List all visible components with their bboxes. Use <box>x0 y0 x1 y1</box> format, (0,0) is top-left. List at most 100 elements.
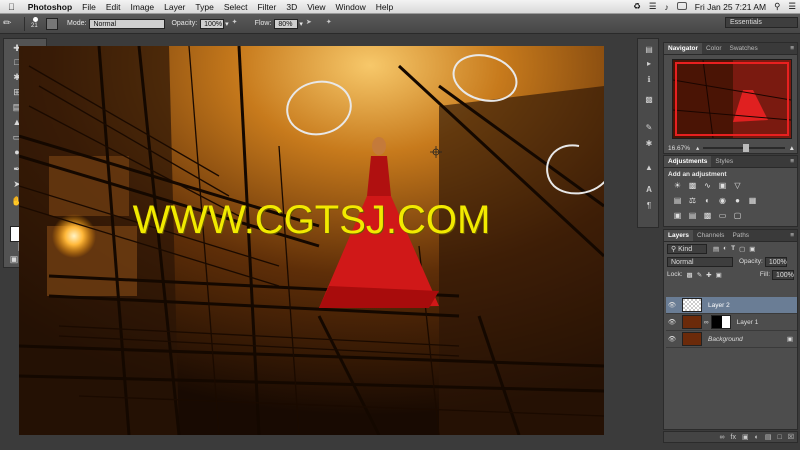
tab-navigator[interactable]: Navigator <box>664 43 702 54</box>
new-adjustment-icon[interactable]: ◐ <box>755 434 759 441</box>
airbrush-icon[interactable]: ➤ <box>306 18 320 30</box>
filter-pixel-icon[interactable]: ▤ <box>713 245 719 253</box>
layer-mask-thumbnail[interactable] <box>710 315 731 329</box>
lock-transparent-icon[interactable]: ▩ <box>687 271 693 279</box>
lock-pixels-icon[interactable]: ✎ <box>697 271 702 279</box>
spotlight-icon[interactable]: ⚲ <box>770 1 784 12</box>
history-panel-icon[interactable]: ▤ <box>643 45 655 55</box>
tab-styles[interactable]: Styles <box>711 158 737 165</box>
actions-panel-icon[interactable]: ▸ <box>643 59 655 69</box>
lock-position-icon[interactable]: ✚ <box>706 271 711 279</box>
levels-icon[interactable]: ▩ <box>686 181 699 190</box>
lock-all-icon[interactable]: ▣ <box>716 271 722 279</box>
opacity-field[interactable]: 100% <box>200 18 225 29</box>
volume-icon[interactable]: ♪ <box>661 2 673 12</box>
new-group-icon[interactable]: ▤ <box>765 433 772 441</box>
mode-dropdown[interactable]: Normal <box>89 18 166 29</box>
opacity-dropdown-icon[interactable]: ▾ <box>225 20 229 28</box>
tab-swatches[interactable]: Swatches <box>726 45 762 52</box>
tab-adjustments[interactable]: Adjustments <box>664 156 712 167</box>
histogram-panel-icon[interactable]: ▩ <box>643 95 655 105</box>
layer-row-layer-1[interactable]: 👁 ∞ Layer 1 <box>666 314 797 331</box>
menu-type[interactable]: Type <box>190 2 218 12</box>
filter-shape-icon[interactable]: ▢ <box>739 245 745 253</box>
zoom-slider[interactable] <box>703 144 785 152</box>
app-menu[interactable]: Photoshop <box>23 2 77 12</box>
black-white-icon[interactable]: ◐ <box>701 196 714 205</box>
visibility-eye-icon[interactable]: 👁 <box>666 318 678 326</box>
layer-style-icon[interactable]: fx <box>731 434 736 441</box>
channel-mixer-icon[interactable]: ● <box>731 196 744 205</box>
layer-name[interactable]: Background <box>708 336 743 343</box>
wifi-icon[interactable]: ☰ <box>645 1 661 12</box>
invert-icon[interactable]: ▣ <box>671 211 684 220</box>
menu-file[interactable]: File <box>77 2 101 12</box>
filter-smart-object-icon[interactable]: ▣ <box>749 245 755 253</box>
gradient-map-icon[interactable]: ▭ <box>716 211 729 220</box>
visibility-eye-icon[interactable]: 👁 <box>666 301 678 309</box>
photo-filter-icon[interactable]: ◉ <box>716 196 729 205</box>
adjustments-menu-icon[interactable]: ≡ <box>790 158 797 165</box>
layer-opacity-field[interactable]: 100% <box>764 256 787 267</box>
notification-icon[interactable]: ☰ <box>784 1 800 12</box>
navigator-view-box[interactable] <box>675 62 789 136</box>
kind-filter-dropdown[interactable]: ⚲ Kind <box>667 243 707 254</box>
tab-color[interactable]: Color <box>702 45 726 52</box>
menu-3d[interactable]: 3D <box>281 2 302 12</box>
layers-menu-icon[interactable]: ≡ <box>790 232 797 239</box>
layer-name[interactable]: Layer 1 <box>737 319 759 326</box>
layer-name[interactable]: Layer 2 <box>708 302 730 309</box>
exposure-icon[interactable]: ▣ <box>716 181 729 190</box>
posterize-icon[interactable]: ▤ <box>686 211 699 220</box>
delete-layer-icon[interactable]: ☒ <box>788 433 794 441</box>
workspace-switcher[interactable]: Essentials <box>725 17 798 28</box>
visibility-eye-icon[interactable]: 👁 <box>666 335 678 343</box>
brush-panel-icon-dock[interactable]: ✱ <box>643 139 655 149</box>
info-panel-icon[interactable]: ℹ <box>643 75 655 85</box>
color-lookup-icon[interactable]: ▦ <box>746 196 759 205</box>
timemachine-icon[interactable]: ♻ <box>629 1 645 12</box>
pressure-opacity-icon[interactable]: ✦ <box>232 18 246 30</box>
clone-source-panel-icon[interactable]: ▲ <box>643 163 655 173</box>
brush-preview-icon[interactable]: 21 <box>29 16 43 32</box>
brush-panel-icon[interactable] <box>46 17 58 30</box>
menu-window[interactable]: Window <box>331 2 371 12</box>
flow-field[interactable]: 80% <box>274 18 299 29</box>
hue-saturation-icon[interactable]: ▤ <box>671 196 684 205</box>
character-panel-icon[interactable]: A <box>643 185 655 195</box>
link-layers-icon[interactable]: ∞ <box>720 434 725 441</box>
paragraph-panel-icon[interactable]: ¶ <box>643 201 655 211</box>
battery-icon[interactable] <box>673 1 691 12</box>
layer-row-layer-2[interactable]: 👁 Layer 2 <box>666 297 797 314</box>
menu-view[interactable]: View <box>302 2 330 12</box>
menu-select[interactable]: Select <box>219 2 253 12</box>
add-mask-icon[interactable]: ▣ <box>742 433 749 441</box>
zoom-slider-knob[interactable] <box>743 144 750 152</box>
navigator-zoom-value[interactable]: 16.67% <box>668 145 690 152</box>
zoom-in-icon[interactable]: ▲ <box>789 145 795 152</box>
menu-filter[interactable]: Filter <box>252 2 281 12</box>
document-canvas[interactable]: WWW.CGTSJ.COM <box>19 46 604 435</box>
vibrance-icon[interactable]: ▽ <box>731 181 744 190</box>
menu-image[interactable]: Image <box>126 2 160 12</box>
brush-presets-panel-icon[interactable]: ✎ <box>643 123 655 133</box>
mask-link-icon[interactable]: ∞ <box>704 319 709 326</box>
blend-mode-dropdown[interactable]: Normal <box>667 256 733 267</box>
tab-layers[interactable]: Layers <box>664 230 693 241</box>
tab-channels[interactable]: Channels <box>693 232 728 239</box>
filter-type-icon[interactable]: T <box>731 245 735 252</box>
apple-icon[interactable]:  <box>0 2 23 12</box>
selective-color-icon[interactable]: ▢ <box>731 211 744 220</box>
flow-dropdown-icon[interactable]: ▾ <box>299 20 303 28</box>
menu-layer[interactable]: Layer <box>159 2 190 12</box>
menu-edit[interactable]: Edit <box>101 2 126 12</box>
brightness-contrast-icon[interactable]: ☀ <box>671 181 684 190</box>
filter-adjustment-icon[interactable]: ◐ <box>723 245 727 252</box>
clock[interactable]: Fri Jan 25 7:21 AM <box>691 2 770 12</box>
fill-field[interactable]: 100% <box>772 269 794 280</box>
layer-row-background[interactable]: 👁 Background ▣ <box>666 331 797 348</box>
zoom-out-icon[interactable]: ▴ <box>696 144 699 152</box>
pressure-size-icon[interactable]: ✦ <box>326 18 340 30</box>
new-layer-icon[interactable]: □ <box>777 434 781 441</box>
navigator-preview[interactable] <box>672 59 792 139</box>
